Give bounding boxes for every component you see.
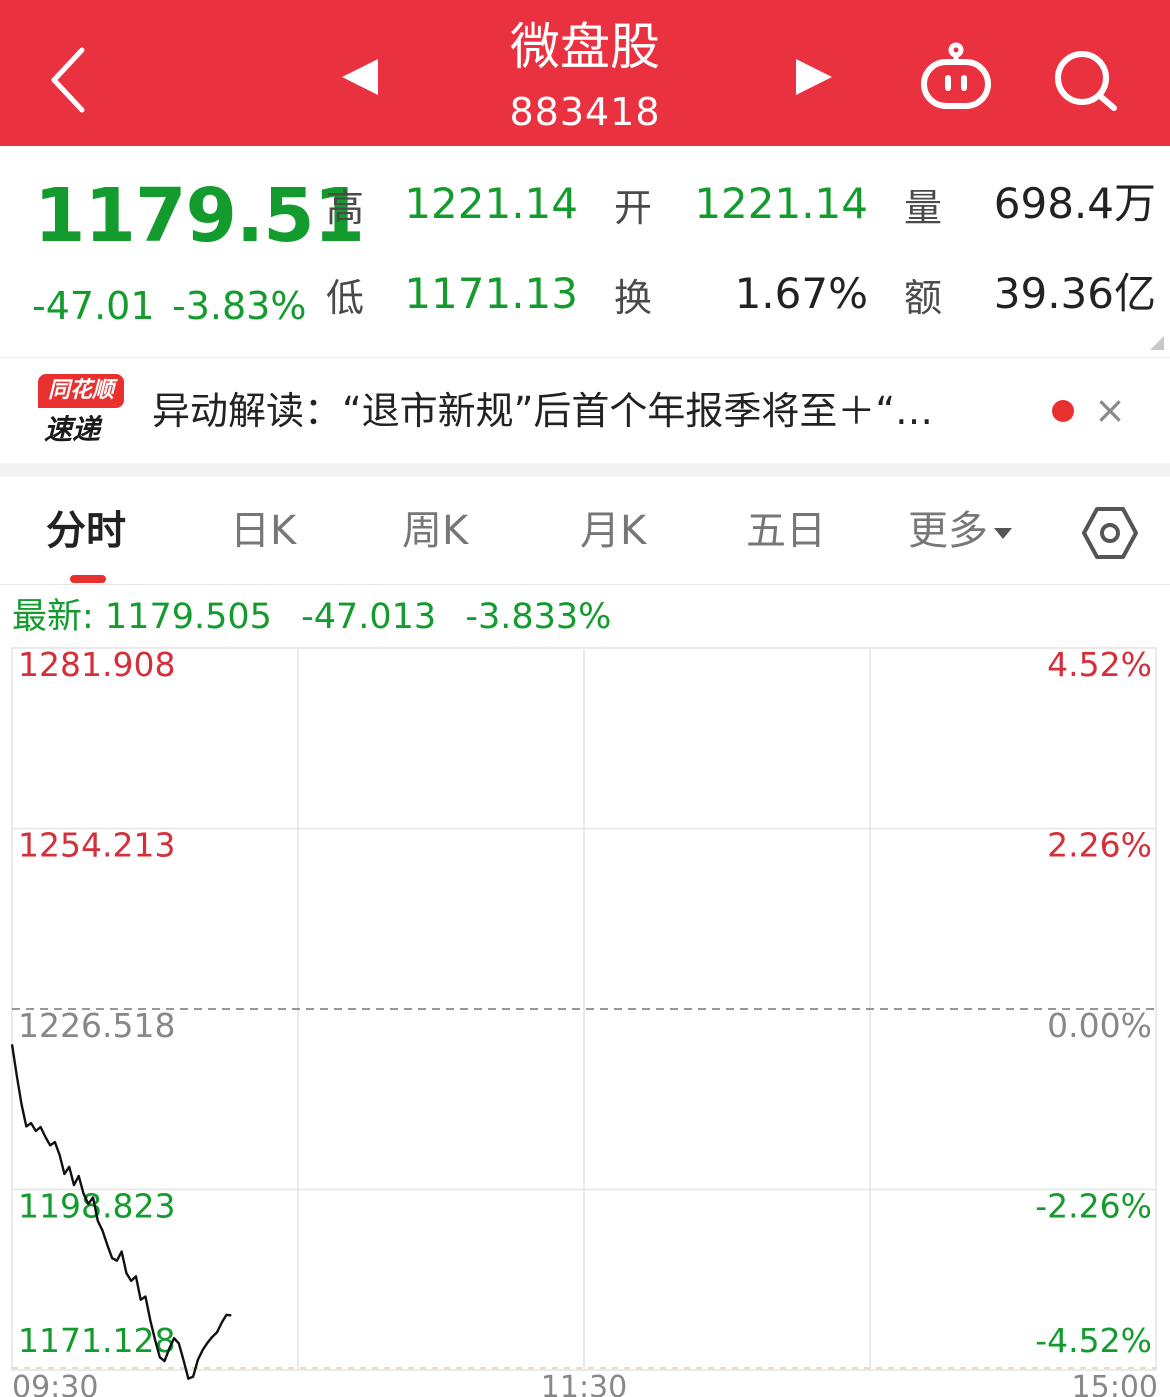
- chart-tabs: 分时 日K 周K 月K 五日 更多: [0, 477, 1170, 585]
- expand-corner-icon[interactable]: [1150, 336, 1164, 350]
- tab-daily-k[interactable]: 日K: [230, 505, 296, 557]
- low-label: 低: [326, 276, 365, 320]
- amount-value: 39.36亿: [993, 269, 1156, 318]
- y-tick-right: 0.00%: [1047, 1006, 1152, 1045]
- x-tick-label: 11:30: [541, 1370, 627, 1397]
- active-tab-indicator: [70, 575, 106, 583]
- tab-more[interactable]: 更多: [908, 505, 1012, 557]
- page-title: 微盘股: [510, 18, 660, 76]
- high-label: 高: [326, 186, 365, 230]
- low-value: 1171.13: [404, 269, 578, 318]
- last-price: 1179.51: [34, 173, 365, 259]
- quote-panel: 1179.51 -47.01 -3.83% 高 1221.14 开 1221.1…: [0, 146, 1170, 356]
- tab-more-label: 更多: [908, 508, 988, 554]
- volume-value: 698.4万: [993, 179, 1156, 228]
- section-divider: [0, 463, 1170, 477]
- chevron-left-icon[interactable]: [40, 40, 100, 120]
- open-label: 开: [614, 186, 653, 230]
- latest-change: -47.013: [301, 597, 437, 637]
- close-icon[interactable]: ×: [1092, 390, 1128, 430]
- news-banner[interactable]: 同花顺 速递 异动解读：“退市新规”后首个年报季将至＋“… ×: [0, 357, 1170, 463]
- latest-price: 最新: 1179.505: [12, 597, 272, 637]
- tab-intraday[interactable]: 分时: [46, 505, 126, 557]
- volume-label: 量: [904, 186, 943, 230]
- tonghuashun-express-logo: 同花顺 速递: [36, 374, 126, 450]
- logo-bottom-text: 速递: [44, 413, 101, 446]
- x-tick-label: 15:00: [1072, 1370, 1158, 1397]
- latest-readout: 最新: 1179.505 -47.013 -3.833%: [12, 596, 629, 638]
- turnover-label: 换: [614, 276, 653, 320]
- amount-label: 额: [904, 276, 943, 320]
- open-value: 1221.14: [694, 179, 868, 228]
- y-tick-left: 1254.213: [18, 826, 175, 865]
- high-value: 1221.14: [404, 179, 578, 228]
- tab-five-day[interactable]: 五日: [746, 505, 826, 557]
- tab-weekly-k[interactable]: 周K: [402, 505, 468, 557]
- y-tick-right: 4.52%: [1047, 645, 1152, 684]
- triangle-right-icon[interactable]: [792, 55, 836, 99]
- x-tick-label: 09:30: [12, 1370, 98, 1397]
- unread-dot-icon: [1052, 400, 1074, 422]
- y-tick-right: -2.26%: [1035, 1187, 1152, 1226]
- caret-down-icon: [994, 527, 1012, 539]
- stock-code: 883418: [509, 90, 661, 134]
- latest-pct: -3.833%: [465, 597, 612, 637]
- robot-assistant-icon[interactable]: [918, 42, 994, 112]
- logo-top-text: 同花顺: [38, 374, 124, 408]
- top-bar: 微盘股 883418: [0, 0, 1170, 146]
- tab-monthly-k[interactable]: 月K: [580, 505, 646, 557]
- y-tick-left: 1281.908: [18, 645, 175, 684]
- y-tick-left: 1226.518: [18, 1006, 175, 1045]
- intraday-chart[interactable]: 1281.908 4.52% 1254.213 2.26% 1226.518 0.00% 1…: [0, 640, 1170, 1397]
- price-change-pct: -3.83%: [172, 284, 307, 328]
- y-tick-right: -4.52%: [1035, 1321, 1152, 1360]
- search-icon[interactable]: [1050, 46, 1120, 116]
- news-headline[interactable]: 异动解读：“退市新规”后首个年报季将至＋“…: [152, 386, 1032, 436]
- triangle-left-icon[interactable]: [338, 55, 382, 99]
- y-tick-right: 2.26%: [1047, 826, 1152, 865]
- price-change: -47.01: [32, 284, 155, 328]
- turnover-value: 1.67%: [734, 269, 868, 318]
- hexagon-settings-icon[interactable]: [1082, 505, 1138, 561]
